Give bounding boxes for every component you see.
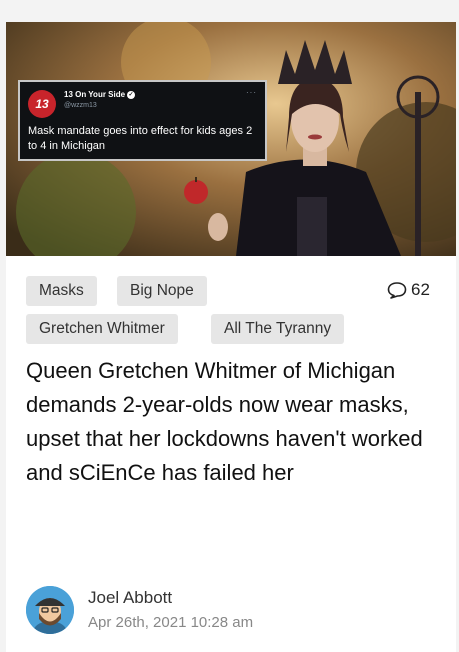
tweet-text: Mask mandate goes into effect for kids a… bbox=[28, 125, 253, 152]
tag-masks[interactable]: Masks bbox=[26, 276, 97, 306]
article-card[interactable]: 13 13 On Your Side ✓ @wzzm13 ··· Mask man… bbox=[6, 22, 456, 652]
more-options-icon[interactable]: ··· bbox=[246, 88, 257, 97]
author-name[interactable]: Joel Abbott bbox=[88, 588, 172, 608]
avatar-illustration bbox=[26, 586, 74, 634]
tag-all-the-tyranny[interactable]: All The Tyranny bbox=[211, 314, 345, 344]
tweet-handle: @wzzm13 bbox=[64, 102, 97, 109]
hero-image[interactable]: 13 13 On Your Side ✓ @wzzm13 ··· Mask man… bbox=[6, 22, 456, 256]
tag-gretchen-whitmer[interactable]: Gretchen Whitmer bbox=[26, 314, 178, 344]
verified-icon: ✓ bbox=[127, 90, 136, 99]
station-logo: 13 bbox=[28, 90, 56, 118]
tag-big-nope[interactable]: Big Nope bbox=[117, 276, 207, 306]
comment-bubble-icon bbox=[387, 282, 407, 299]
post-date: Apr 26th, 2021 10:28 am bbox=[88, 614, 254, 631]
embedded-tweet[interactable]: 13 13 On Your Side ✓ @wzzm13 ··· Mask man… bbox=[18, 80, 267, 161]
tweet-account-name: 13 On Your Side ✓ bbox=[64, 90, 136, 99]
article-headline[interactable]: Queen Gretchen Whitmer of Michigan deman… bbox=[26, 354, 446, 490]
comment-count: 62 bbox=[411, 280, 430, 299]
author-avatar[interactable] bbox=[26, 586, 74, 634]
comments-link[interactable]: 62 bbox=[387, 280, 430, 300]
